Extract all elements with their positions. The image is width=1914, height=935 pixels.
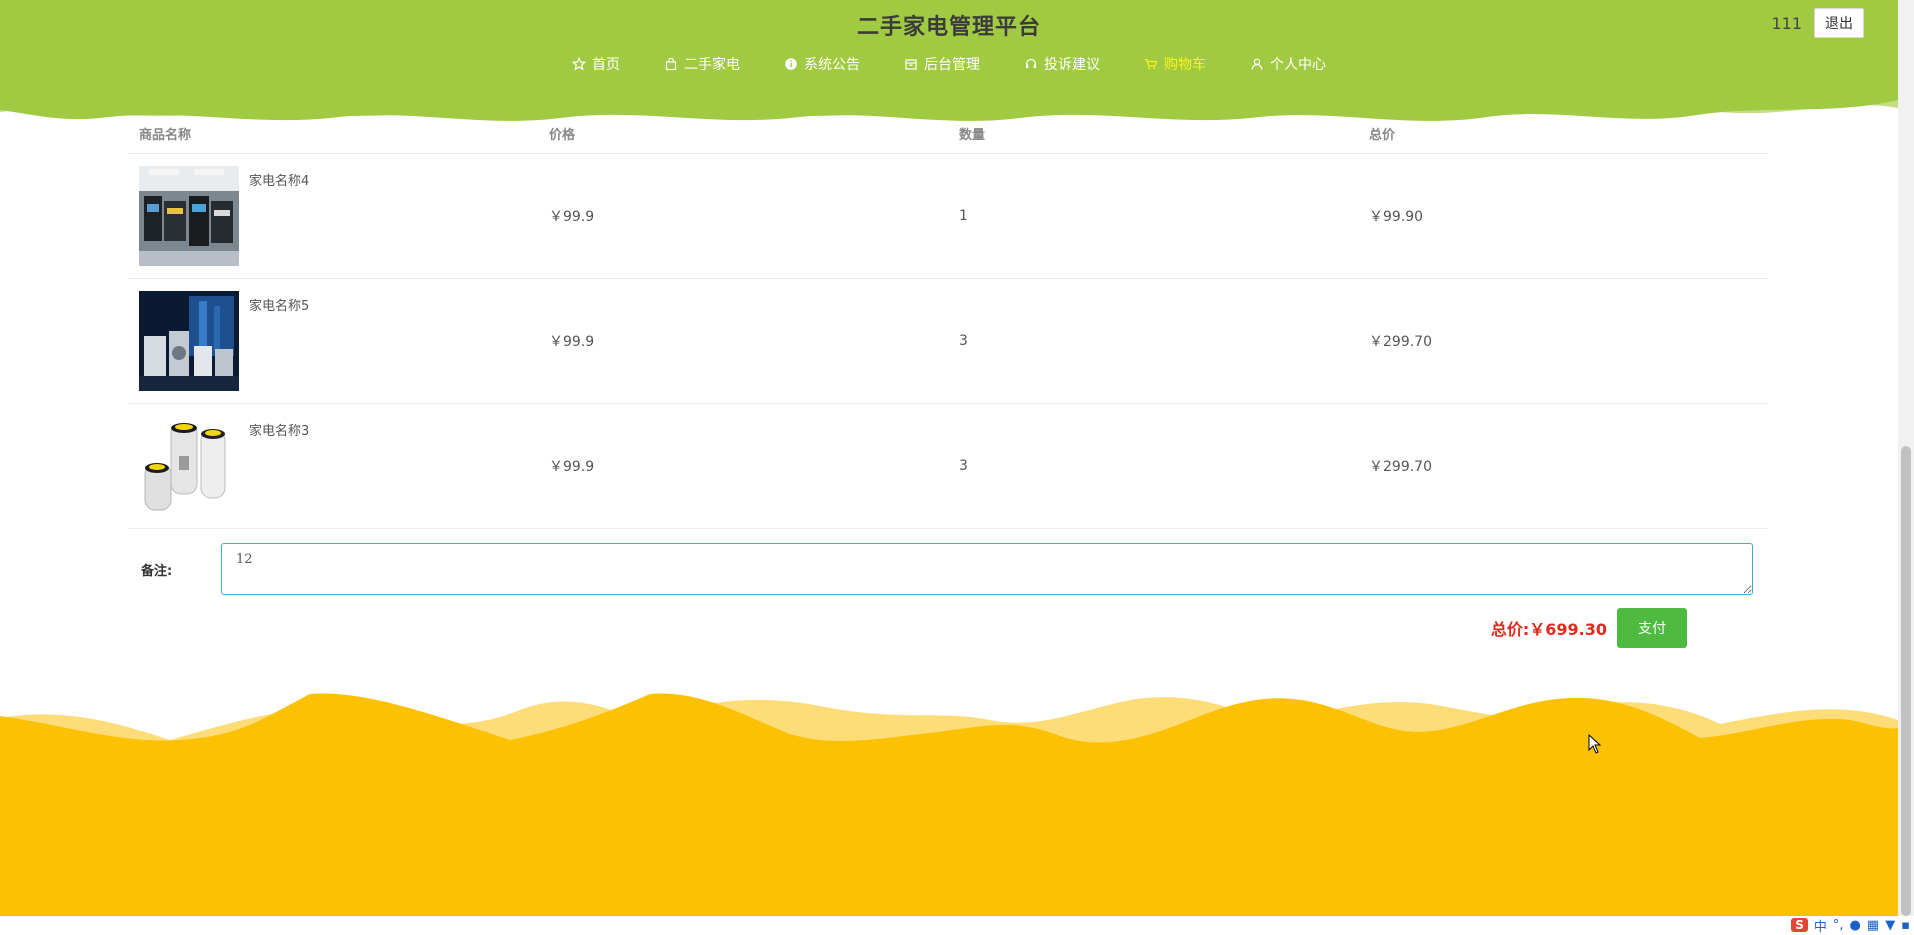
nav-item-profile[interactable]: 个人中心 <box>1250 54 1326 74</box>
quantity-cell: 1 <box>959 208 968 224</box>
nav-label: 后台管理 <box>924 57 980 73</box>
shirt-icon[interactable]: ▼ <box>1885 918 1895 933</box>
table-row: 家电名称5 ￥99.9 3 ￥299.70 <box>127 279 1767 404</box>
appliances-image <box>139 291 239 391</box>
mouse-cursor-icon <box>1588 734 1602 754</box>
nav-label: 首页 <box>592 57 620 73</box>
nav-label: 二手家电 <box>684 57 740 73</box>
bag-icon <box>664 57 678 71</box>
subtotal-cell: ￥99.90 <box>1369 209 1424 225</box>
column-header: 总价 <box>1369 127 1396 143</box>
column-header: 价格 <box>549 127 576 143</box>
star-icon <box>572 57 586 71</box>
vertical-scrollbar[interactable] <box>1898 0 1914 918</box>
remark-row: 备注: 12 <box>127 541 1767 597</box>
folder-icon <box>904 57 918 71</box>
product-name[interactable]: 家电名称5 <box>249 295 309 314</box>
quantity-cell: 3 <box>959 333 968 349</box>
logout-button[interactable]: 退出 <box>1814 8 1864 38</box>
system-tray: S 中 °, ● ▦ ▼ ▪ <box>1785 916 1910 935</box>
table-row: 家电名称3 ￥99.9 3 ￥299.70 <box>127 404 1767 529</box>
headset-icon <box>1024 57 1038 71</box>
flashlights-image <box>139 416 239 516</box>
nav-item-admin[interactable]: 后台管理 <box>904 54 980 74</box>
cart-table: 商品名称 价格 数量 总价 家电名称4 ￥99.9 1 ￥99.90 家电名称5… <box>127 113 1767 597</box>
main-nav: 首页 二手家电 系统公告 后台管理 投诉建议 购物车 个人中心 <box>0 54 1898 74</box>
scrollbar-thumb[interactable] <box>1901 446 1911 916</box>
quantity-cell: 3 <box>959 458 968 474</box>
pay-button[interactable]: 支付 <box>1617 608 1687 648</box>
apps-icon[interactable]: ▪ <box>1901 918 1910 933</box>
nav-item-appliances[interactable]: 二手家电 <box>664 54 740 74</box>
store-interior-image <box>139 166 239 266</box>
site-header: 二手家电管理平台 111 退出 首页 二手家电 系统公告 后台管理 投诉建议 购… <box>0 0 1898 125</box>
system-taskbar: S 中 °, ● ▦ ▼ ▪ <box>0 916 1914 935</box>
product-cell: 家电名称4 <box>127 166 549 266</box>
user-box: 111 退出 <box>1771 8 1864 38</box>
ime-language[interactable]: 中 <box>1814 916 1827 935</box>
product-image[interactable] <box>139 166 239 266</box>
user-icon <box>1250 57 1264 71</box>
nav-item-announcements[interactable]: 系统公告 <box>784 54 860 74</box>
column-header: 商品名称 <box>139 127 192 143</box>
nav-label: 投诉建议 <box>1044 57 1100 73</box>
subtotal-cell: ￥299.70 <box>1369 334 1432 350</box>
nav-item-home[interactable]: 首页 <box>572 54 620 74</box>
price-cell: ￥99.9 <box>549 459 595 475</box>
ime-logo-icon[interactable]: S <box>1791 918 1808 932</box>
price-cell: ￥99.9 <box>549 334 595 350</box>
product-image[interactable] <box>139 416 239 516</box>
remark-textarea[interactable]: 12 <box>221 543 1753 595</box>
username: 111 <box>1771 13 1802 33</box>
info-icon <box>784 57 798 71</box>
product-cell: 家电名称3 <box>127 416 549 516</box>
remark-label: 备注: <box>141 563 173 579</box>
cart-icon <box>1144 57 1158 71</box>
subtotal-cell: ￥299.70 <box>1369 459 1432 475</box>
table-header: 商品名称 价格 数量 总价 <box>127 113 1767 154</box>
product-name[interactable]: 家电名称3 <box>249 420 309 439</box>
microphone-icon[interactable]: ● <box>1850 918 1861 933</box>
punctuation-icon[interactable]: °, <box>1833 918 1844 933</box>
keyboard-icon[interactable]: ▦ <box>1867 918 1879 933</box>
footer-wave <box>0 693 1898 916</box>
checkout-bar: 总价:￥699.30 支付 <box>1491 608 1687 648</box>
product-image[interactable] <box>139 291 239 391</box>
nav-label: 个人中心 <box>1270 57 1326 73</box>
nav-label: 系统公告 <box>804 57 860 73</box>
site-title: 二手家电管理平台 <box>856 15 1041 40</box>
total-price: 总价:￥699.30 <box>1490 620 1607 639</box>
column-header: 数量 <box>959 127 986 143</box>
price-cell: ￥99.9 <box>549 209 595 225</box>
product-cell: 家电名称5 <box>127 291 549 391</box>
table-row: 家电名称4 ￥99.9 1 ￥99.90 <box>127 154 1767 279</box>
nav-item-complaints[interactable]: 投诉建议 <box>1024 54 1100 74</box>
nav-item-cart[interactable]: 购物车 <box>1144 54 1206 74</box>
nav-label: 购物车 <box>1164 57 1206 73</box>
product-name[interactable]: 家电名称4 <box>249 170 309 189</box>
